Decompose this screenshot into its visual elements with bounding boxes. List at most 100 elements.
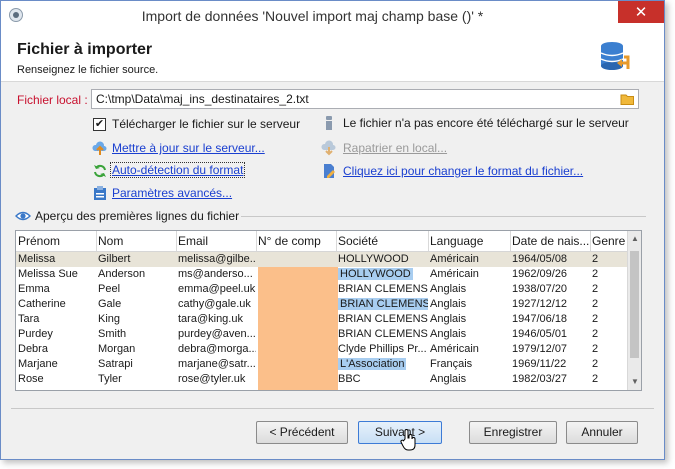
change-file-format-link[interactable]: Cliquez ici pour changer le format du fi… [343,164,583,178]
table-cell: Gale [98,298,122,310]
table-cell [258,313,336,327]
table-row[interactable]: Catherine Gale cathy@gale.uk BRIAN CLEMENS A… [16,297,628,312]
info-icon [326,116,332,130]
folder-icon[interactable] [616,90,638,108]
grid-header: Prénom Nom Email N° de comp Société Language D… [16,231,628,252]
table-cell: Debra [18,343,48,355]
table-cell [258,358,336,372]
auto-detect-format-link[interactable]: Auto-détection du format [109,162,246,178]
table-cell: melissa@gilbe... [178,253,256,265]
window-title: Import de données 'Nouvel import maj cha… [141,8,484,24]
column-separator[interactable] [96,231,97,251]
table-row[interactable]: Melissa Gilbert melissa@gilbe... HOLLYWOOD A… [16,252,628,267]
table-cell: 1947/06/18 [512,313,568,325]
column-header[interactable]: Language [430,234,510,248]
table-cell: Melissa Sue [18,268,78,280]
column-separator[interactable] [510,231,511,251]
table-cell: 2 [592,343,599,355]
table-row[interactable]: Melissa Sue Anderson ms@anderso... HOLLYWOO… [16,267,628,282]
table-cell: 2 [592,373,599,385]
table-cell: 1964/05/08 [512,253,568,265]
table-cell: Marjane [18,358,58,370]
column-header[interactable]: Société [338,234,428,248]
column-header[interactable]: Date de nais... [512,234,590,248]
table-cell: Anglais [430,328,467,340]
column-header[interactable]: N° de comp [258,234,336,248]
preview-section-divider [241,216,646,217]
advanced-settings-icon [94,186,106,200]
column-header[interactable]: Email [178,234,256,248]
upload-cloud-icon [92,141,107,155]
table-cell: BBC [338,373,361,385]
mouse-cursor-icon [400,429,416,451]
update-on-server-link[interactable]: Mettre à jour sur le serveur... [112,141,265,155]
table-cell: Purdey [18,328,53,340]
scroll-down-icon[interactable]: ▼ [631,378,639,386]
table-cell: 2 [592,268,599,280]
table-cell: L'Association [338,358,428,372]
table-row[interactable]: Marjane Satrapi marjane@satr... L'Associati… [16,357,628,372]
table-cell: cathy@gale.uk [178,298,251,310]
table-cell [258,373,336,387]
column-header[interactable]: Prénom [18,234,96,248]
close-button[interactable]: ✕ [618,1,664,23]
table-cell: 1962/09/26 [512,268,568,280]
local-file-value: C:\tmp\Data\maj_ins_destinataires_2.txt [96,92,309,106]
table-cell: tara@king.uk [178,313,243,325]
table-cell: BRIAN CLEMENS [338,283,428,295]
column-separator[interactable] [428,231,429,251]
table-cell: BRIAN CLEMENS [338,313,428,325]
table-cell: Gilbert [98,253,131,265]
download-cloud-icon [321,140,336,156]
table-cell: Américain [430,253,479,265]
column-header[interactable]: Nom [98,234,176,248]
table-cell: Anderson [98,268,146,280]
scroll-up-icon[interactable]: ▲ [631,235,639,243]
table-row[interactable]: Tara King tara@king.uk BRIAN CLEMENS Anglais… [16,312,628,327]
table-cell [258,268,336,282]
table-cell: Morgan [98,343,136,355]
upload-status-text: Le fichier n'a pas encore été téléchargé… [343,116,629,130]
table-cell: Rose [18,373,44,385]
local-file-input[interactable]: C:\tmp\Data\maj_ins_destinataires_2.txt [91,89,639,109]
table-row[interactable]: Purdey Smith purdey@aven... BRIAN CLEMENS An… [16,327,628,342]
table-cell: Anglais [430,373,467,385]
local-file-label: Fichier local : [17,93,88,107]
table-cell [258,298,336,312]
column-separator[interactable] [590,231,591,251]
table-cell: Emma [18,283,50,295]
previous-button[interactable]: < Précédent [256,421,348,444]
column-header[interactable]: Genre [592,234,626,248]
scroll-thumb[interactable] [630,251,639,358]
table-cell: 1979/12/07 [512,343,568,355]
page-title: Fichier à importer [17,41,153,58]
cancel-button[interactable]: Annuler [566,421,638,444]
table-cell: Smith [98,328,127,340]
advanced-settings-link[interactable]: Paramètres avancés... [112,186,232,200]
table-cell: Catherine [18,298,66,310]
column-separator[interactable] [176,231,177,251]
column-separator[interactable] [336,231,337,251]
table-cell [258,283,336,297]
app-icon [9,8,23,22]
table-row[interactable]: Rose Tyler rose@tyler.uk BBC Anglais 1982/03/… [16,372,628,387]
highlighted-value: HOLLYWOOD [338,268,413,280]
upload-checkbox[interactable]: ✔ [93,118,106,131]
retrieve-local-link[interactable]: Rapatrier en local... [343,141,447,155]
table-cell: 1982/03/27 [512,373,568,385]
table-cell: marjane@satr... [178,358,256,370]
upload-checkbox-label: Télécharger le fichier sur le serveur [112,117,301,131]
table-row[interactable]: Debra Morgan debra@morga... Clyde Phillips … [16,342,628,357]
table-cell: Anglais [430,283,467,295]
highlighted-value: BRIAN CLEMENS [338,298,428,310]
table-cell: HOLLYWOOD [338,268,428,282]
preview-grid[interactable]: Prénom Nom Email N° de comp Société Language D… [15,230,642,391]
table-cell [258,328,336,342]
column-separator[interactable] [256,231,257,251]
save-button[interactable]: Enregistrer [469,421,557,444]
table-cell: 1927/12/12 [512,298,568,310]
import-dialog: Import de données 'Nouvel import maj cha… [0,0,665,460]
vertical-scrollbar[interactable]: ▲ ▼ [627,231,641,390]
table-row[interactable]: Emma Peel emma@peel.uk BRIAN CLEMENS Anglais… [16,282,628,297]
table-cell: 2 [592,283,599,295]
